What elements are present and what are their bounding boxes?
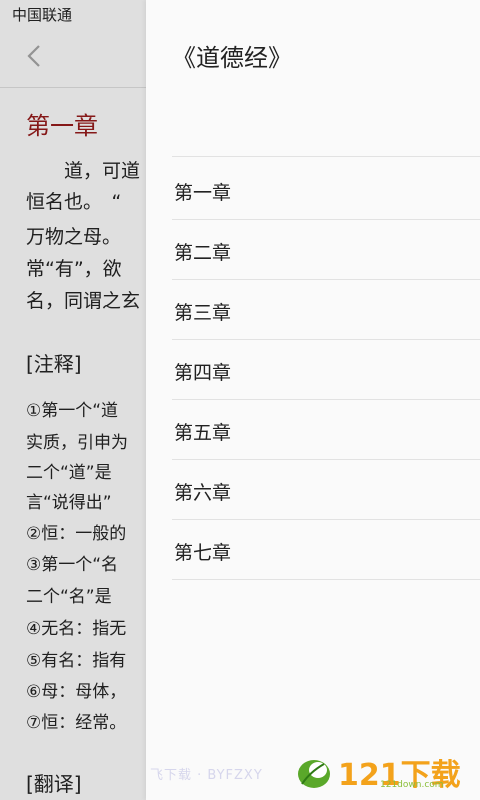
watermark-text: 飞下载 · BYFZXY: [150, 768, 263, 783]
toc-item-label: 第一章: [174, 182, 232, 204]
logo-text: 121下载站: [338, 758, 461, 793]
drawer-divider: [172, 156, 480, 157]
toc-item-chapter-4[interactable]: 第四章: [172, 340, 480, 400]
toc-item-chapter-6[interactable]: 第六章: [172, 460, 480, 520]
toc-drawer: 《道德经》 第一章 第二章 第三章 第四章 第五章 第六章 第七章: [146, 0, 480, 800]
site-logo: 121下载站 121down.com: [294, 750, 474, 794]
toc-item-chapter-1[interactable]: 第一章: [172, 160, 480, 220]
toc-item-chapter-7[interactable]: 第七章: [172, 520, 480, 580]
drawer-scrim[interactable]: [0, 0, 146, 800]
toc-item-label: 第五章: [174, 422, 232, 444]
book-title: 《道德经》: [172, 44, 292, 72]
toc-item-label: 第二章: [174, 242, 232, 264]
toc-item-label: 第四章: [174, 362, 232, 384]
leaf-logo-icon: [294, 752, 336, 792]
toc-item-chapter-2[interactable]: 第二章: [172, 220, 480, 280]
toc-item-label: 第七章: [174, 542, 232, 564]
toc-item-chapter-3[interactable]: 第三章: [172, 280, 480, 340]
toc-item-label: 第六章: [174, 482, 232, 504]
toc-item-chapter-5[interactable]: 第五章: [172, 400, 480, 460]
toc-item-label: 第三章: [174, 302, 232, 324]
logo-subtext: 121down.com: [380, 780, 444, 790]
